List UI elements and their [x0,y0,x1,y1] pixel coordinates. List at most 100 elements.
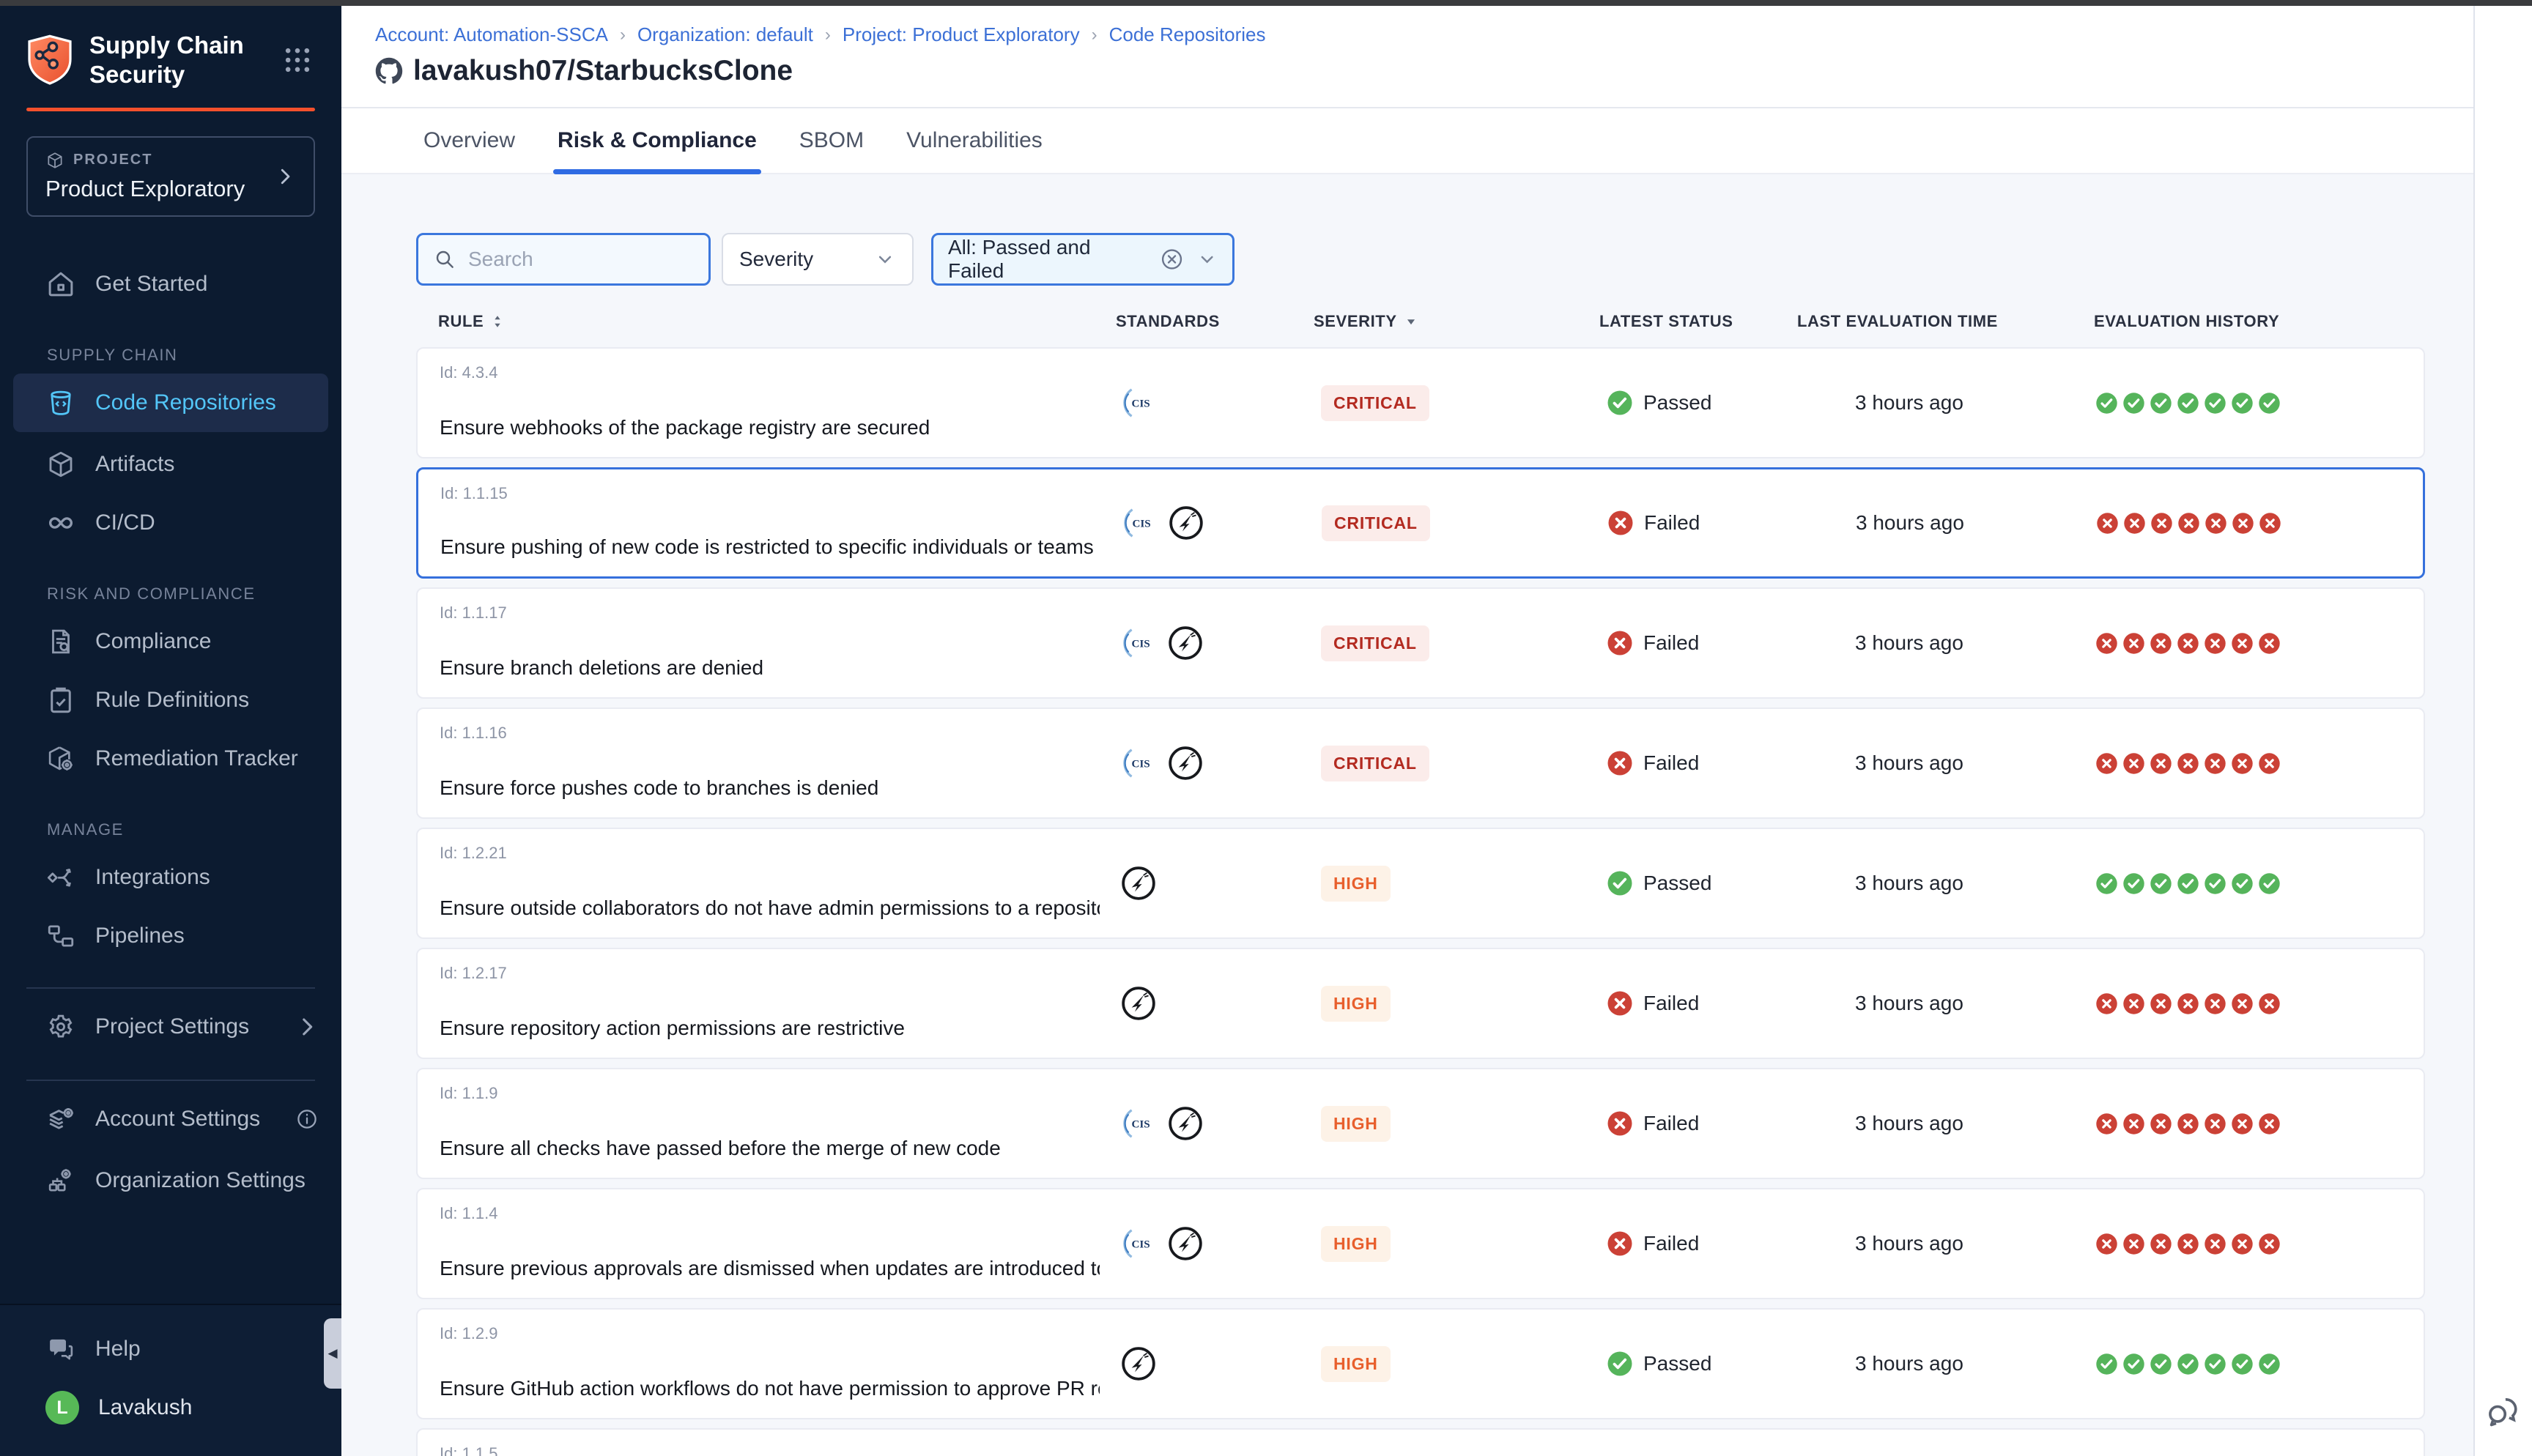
history-result-icon[interactable] [2150,992,2172,1015]
column-header[interactable]: RULE [416,312,1116,331]
project-selector[interactable]: PROJECT Product Exploratory [26,136,315,217]
history-result-icon[interactable] [2095,1233,2118,1255]
search-input[interactable] [467,247,694,272]
history-result-icon[interactable] [2150,1113,2172,1135]
history-result-icon[interactable] [2122,392,2145,415]
history-result-icon[interactable] [2258,752,2281,775]
history-result-icon[interactable] [2258,992,2281,1015]
history-result-icon[interactable] [2204,632,2226,655]
table-row[interactable]: Id: 1.2.17Ensure repository action permi… [416,948,2425,1059]
sidebar-item-artifacts[interactable]: Artifacts [0,435,341,494]
sidebar-item-get-started[interactable]: Get Started [0,255,341,313]
table-row[interactable]: Id: 1.1.9Ensure all checks have passed b… [416,1068,2425,1179]
breadcrumb-link[interactable]: Organization: default [637,23,813,46]
table-row[interactable]: Id: 4.3.4Ensure webhooks of the package … [416,347,2425,458]
history-result-icon[interactable] [2122,872,2145,895]
table-row[interactable]: Id: 1.2.9Ensure GitHub action workflows … [416,1308,2425,1419]
history-result-icon[interactable] [2095,752,2118,775]
history-result-icon[interactable] [2231,1113,2254,1135]
table-row[interactable]: Id: 1.1.15Ensure pushing of new code is … [416,467,2425,579]
history-result-icon[interactable] [2204,392,2226,415]
history-result-icon[interactable] [2177,392,2199,415]
history-result-icon[interactable] [2258,872,2281,895]
history-result-icon[interactable] [2258,632,2281,655]
history-result-icon[interactable] [2095,1113,2118,1135]
clear-filter-icon[interactable] [1159,246,1185,272]
history-result-icon[interactable] [2231,632,2254,655]
sidebar-item-ci-cd[interactable]: CI/CD [0,494,341,552]
breadcrumb-link[interactable]: Project: Product Exploratory [843,23,1080,46]
history-result-icon[interactable] [2177,632,2199,655]
info-icon[interactable] [295,1107,319,1132]
history-result-icon[interactable] [2123,512,2146,535]
column-header[interactable]: STANDARDS [1116,312,1314,331]
table-row[interactable]: Id: 1.1.4Ensure previous approvals are d… [416,1188,2425,1299]
history-result-icon[interactable] [2177,512,2200,535]
history-result-icon[interactable] [2204,872,2226,895]
history-result-icon[interactable] [2122,1353,2145,1375]
sort-icon[interactable] [489,313,506,330]
sidebar-item-project-settings[interactable]: Project Settings [0,996,341,1058]
history-result-icon[interactable] [2122,752,2145,775]
user-menu[interactable]: LLavakush [0,1378,341,1437]
history-result-icon[interactable] [2259,512,2281,535]
breadcrumb-link[interactable]: Account: Automation-SSCA [375,23,608,46]
column-header[interactable]: SEVERITY [1314,312,1599,331]
table-row[interactable]: Id: 1.1.16Ensure force pushes code to br… [416,707,2425,819]
history-result-icon[interactable] [2177,752,2199,775]
tab-sbom[interactable]: SBOM [799,108,864,173]
sidebar-collapse-handle[interactable]: ◀ [324,1318,341,1389]
history-result-icon[interactable] [2150,1353,2172,1375]
sidebar-item-code-repositories[interactable]: Code Repositories [13,374,328,432]
history-result-icon[interactable] [2095,872,2118,895]
column-header[interactable]: LAST EVALUATION TIME [1797,312,2094,331]
tab-vulnerabilities[interactable]: Vulnerabilities [906,108,1043,173]
history-result-icon[interactable] [2204,992,2226,1015]
history-result-icon[interactable] [2150,392,2172,415]
sidebar-item-account-settings[interactable]: Account Settings [0,1088,341,1150]
history-result-icon[interactable] [2258,1233,2281,1255]
history-result-icon[interactable] [2232,512,2254,535]
sidebar-item-help[interactable]: ?Help [0,1320,341,1378]
history-result-icon[interactable] [2122,1113,2145,1135]
table-row[interactable]: Id: 1.1.5CISHIGHFailed3 hours ago [416,1428,2425,1456]
sidebar-item-integrations[interactable]: Integrations [0,848,341,907]
history-result-icon[interactable] [2177,872,2199,895]
history-result-icon[interactable] [2177,1353,2199,1375]
breadcrumb-link[interactable]: Code Repositories [1109,23,1266,46]
history-result-icon[interactable] [2205,512,2227,535]
table-row[interactable]: Id: 1.2.21Ensure outside collaborators d… [416,828,2425,939]
history-result-icon[interactable] [2096,512,2119,535]
history-result-icon[interactable] [2231,1353,2254,1375]
tab-risk-compliance[interactable]: Risk & Compliance [558,108,757,173]
history-result-icon[interactable] [2231,752,2254,775]
history-result-icon[interactable] [2204,1113,2226,1135]
sidebar-item-rule-definitions[interactable]: Rule Definitions [0,671,341,729]
severity-filter-select[interactable]: Severity [722,233,914,286]
history-result-icon[interactable] [2258,1113,2281,1135]
history-result-icon[interactable] [2095,1353,2118,1375]
history-result-icon[interactable] [2204,752,2226,775]
history-result-icon[interactable] [2204,1353,2226,1375]
module-switcher-grid-icon[interactable] [281,44,314,76]
history-result-icon[interactable] [2095,632,2118,655]
sidebar-item-compliance[interactable]: Compliance [0,612,341,671]
history-result-icon[interactable] [2258,392,2281,415]
history-result-icon[interactable] [2231,392,2254,415]
history-result-icon[interactable] [2204,1233,2226,1255]
column-header[interactable]: LATEST STATUS [1599,312,1797,331]
sidebar-item-organization-settings[interactable]: Organization Settings [0,1150,341,1211]
column-header[interactable]: EVALUATION HISTORY [2094,312,2425,331]
history-result-icon[interactable] [2231,992,2254,1015]
history-result-icon[interactable] [2122,1233,2145,1255]
history-result-icon[interactable] [2122,632,2145,655]
history-result-icon[interactable] [2258,1353,2281,1375]
sidebar-item-pipelines[interactable]: Pipelines [0,907,341,965]
history-result-icon[interactable] [2231,872,2254,895]
history-result-icon[interactable] [2150,752,2172,775]
history-result-icon[interactable] [2150,512,2173,535]
history-result-icon[interactable] [2095,392,2118,415]
caret-down-icon[interactable] [1403,313,1419,330]
support-chat-icon[interactable] [2484,1392,2522,1430]
history-result-icon[interactable] [2122,992,2145,1015]
